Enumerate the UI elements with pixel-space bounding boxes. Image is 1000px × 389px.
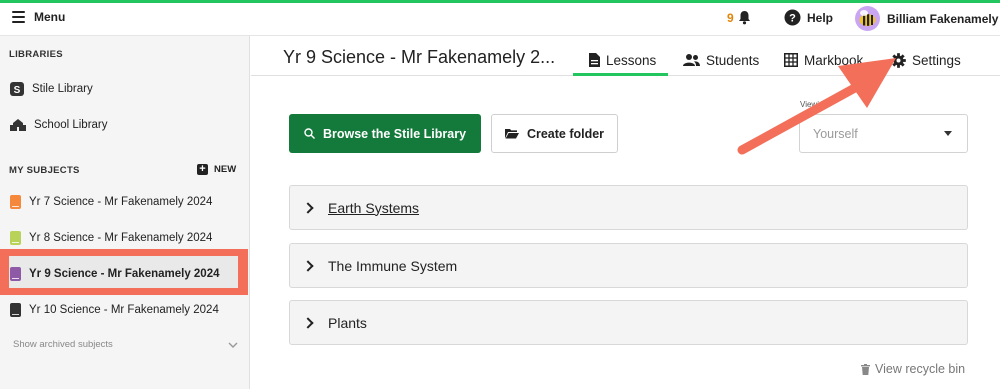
sidebar-item-stile-library[interactable]: S Stile Library xyxy=(0,74,250,104)
plus-icon: + xyxy=(197,164,208,175)
tab-label: Students xyxy=(706,52,760,68)
book-icon xyxy=(10,195,21,209)
tab-settings[interactable]: Settings xyxy=(891,45,961,75)
tab-label: Settings xyxy=(912,52,961,68)
sidebar-item-subject-selected[interactable]: Yr 9 Science - Mr Fakenamely 2024 xyxy=(0,259,250,289)
sidebar: LIBRARIES S Stile Library School Library… xyxy=(0,36,250,389)
book-icon xyxy=(10,267,21,281)
menu-button[interactable]: Menu xyxy=(12,10,65,24)
user-name: Billiam Fakenamely xyxy=(887,11,999,26)
book-icon xyxy=(10,231,21,245)
help-icon: ? xyxy=(784,9,801,26)
folder-open-icon xyxy=(504,129,519,139)
sidebar-item-label: School Library xyxy=(34,119,108,131)
sidebar-item-label: Yr 7 Science - Mr Fakenamely 2024 xyxy=(29,196,213,208)
tab-students[interactable]: Students xyxy=(683,45,759,75)
tab-label: Lessons xyxy=(606,52,657,68)
help-button[interactable]: ? Help xyxy=(784,9,833,26)
help-label: Help xyxy=(807,10,834,25)
folder-name[interactable]: Earth Systems xyxy=(328,200,419,216)
sidebar-item-subject[interactable]: Yr 7 Science - Mr Fakenamely 2024 xyxy=(0,187,250,217)
stile-logo-icon: S xyxy=(10,82,24,96)
top-bar: Menu 9 ? Help Billiam Fakenamely xyxy=(0,0,1000,36)
sidebar-item-label: Yr 10 Science - Mr Fakenamely 2024 xyxy=(29,304,219,316)
grid-icon xyxy=(784,53,798,67)
gear-icon xyxy=(891,52,906,68)
create-folder-label: Create folder xyxy=(526,126,605,141)
chevron-down-icon xyxy=(228,342,238,348)
browse-stile-library-button[interactable]: Browse the Stile Library xyxy=(289,114,481,153)
new-subject-button[interactable]: + NEW xyxy=(197,164,236,175)
my-subjects-heading: MY SUBJECTS xyxy=(9,165,80,176)
tab-markbook[interactable]: Markbook xyxy=(784,45,863,75)
bell-icon xyxy=(738,11,750,25)
notification-count: 9 xyxy=(727,10,734,25)
people-icon xyxy=(683,54,700,66)
new-label: NEW xyxy=(214,164,237,175)
create-folder-button[interactable]: Create folder xyxy=(491,114,618,153)
tab-lessons[interactable]: Lessons xyxy=(589,45,656,75)
page-title: Yr 9 Science - Mr Fakenamely 2... xyxy=(283,47,556,67)
trash-icon xyxy=(861,363,870,375)
chevron-right-icon xyxy=(302,201,314,214)
sidebar-item-label: Stile Library xyxy=(32,83,93,95)
browse-label: Browse the Stile Library xyxy=(322,126,467,141)
search-icon xyxy=(304,128,315,139)
folder-name: Plants xyxy=(328,314,367,331)
subject-header: Yr 9 Science - Mr Fakenamely 2... Lesson… xyxy=(251,36,1000,76)
notifications-button[interactable]: 9 xyxy=(727,10,751,25)
book-icon xyxy=(10,303,21,317)
active-tab-indicator xyxy=(573,73,668,76)
folder-row[interactable]: Earth Systems xyxy=(289,185,968,230)
view-recycle-bin-link[interactable]: View recycle bin xyxy=(861,362,965,376)
libraries-heading: LIBRARIES xyxy=(9,49,63,60)
folder-row[interactable]: Plants xyxy=(289,300,968,345)
show-archived-subjects[interactable]: Show archived subjects xyxy=(13,339,238,350)
school-icon xyxy=(10,119,26,131)
folder-name: The Immune System xyxy=(328,257,458,274)
archived-label: Show archived subjects xyxy=(13,339,113,350)
chevron-right-icon xyxy=(302,316,314,329)
viewing-label: Viewing xyxy=(800,100,828,109)
menu-label: Menu xyxy=(34,10,66,24)
recycle-label: View recycle bin xyxy=(875,362,966,376)
hamburger-icon xyxy=(12,11,25,23)
sidebar-item-label: Yr 8 Science - Mr Fakenamely 2024 xyxy=(29,232,213,244)
folder-row[interactable]: The Immune System xyxy=(289,243,968,288)
sidebar-item-school-library[interactable]: School Library xyxy=(0,110,250,140)
tab-label: Markbook xyxy=(804,52,864,68)
avatar xyxy=(855,6,880,31)
chevron-right-icon xyxy=(302,259,314,272)
user-menu[interactable]: Billiam Fakenamely xyxy=(855,6,998,31)
svg-text:S: S xyxy=(14,85,21,96)
sidebar-item-subject[interactable]: Yr 10 Science - Mr Fakenamely 2024 xyxy=(0,295,250,325)
svg-text:?: ? xyxy=(789,13,796,25)
sidebar-item-label: Yr 9 Science - Mr Fakenamely 2024 xyxy=(29,268,220,280)
document-icon xyxy=(589,53,600,67)
caret-down-icon xyxy=(944,131,952,136)
viewing-select[interactable]: Yourself xyxy=(799,114,968,153)
bee-avatar-icon xyxy=(859,10,876,26)
viewing-select-value: Yourself xyxy=(813,127,858,141)
